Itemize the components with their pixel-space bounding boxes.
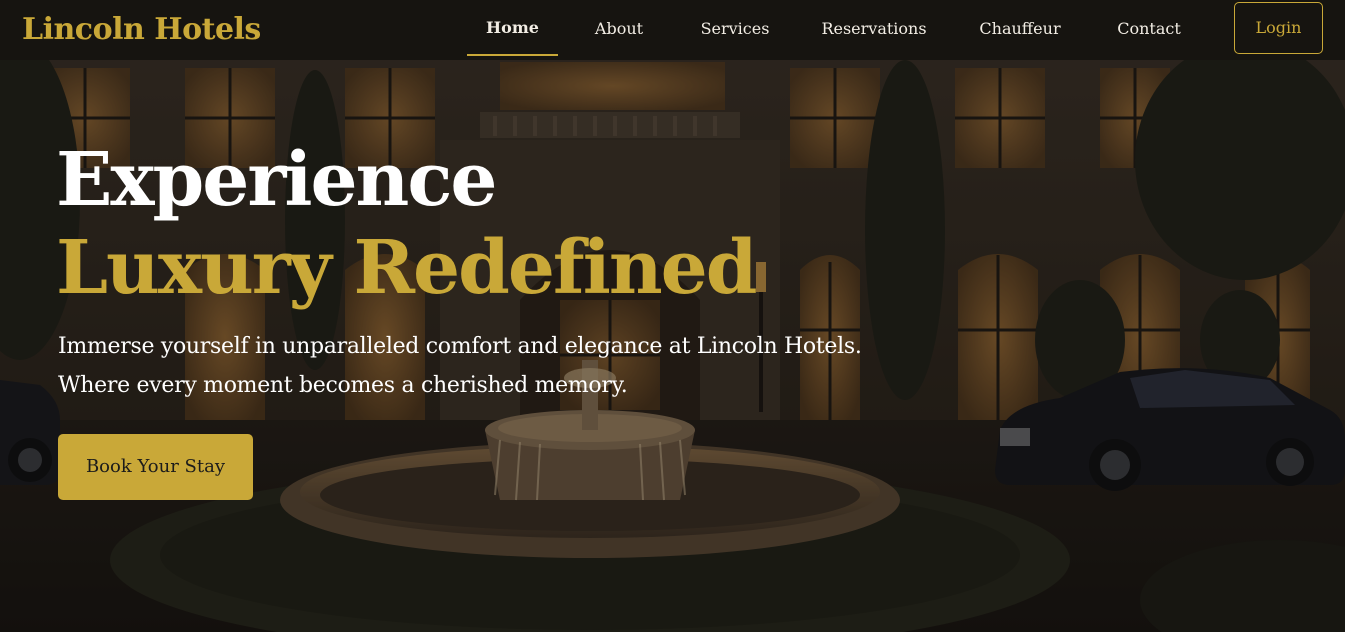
nav-link-services[interactable]: Services [697, 0, 773, 56]
hero-subtitle-line-1: Immerse yourself in unparalleled comfort… [58, 334, 862, 359]
hero-title-line-2: Luxury Redefined [56, 225, 757, 311]
nav-link-home[interactable]: Home [467, 0, 558, 56]
nav-link-about[interactable]: About [588, 0, 650, 56]
brand-logo[interactable]: Lincoln Hotels [22, 10, 261, 50]
book-your-stay-button[interactable]: Book Your Stay [58, 434, 253, 500]
nav-link-contact[interactable]: Contact [1113, 0, 1185, 56]
hero-subtitle-line-2: Where every moment becomes a cherished m… [58, 373, 628, 398]
top-navbar: Lincoln Hotels Home About Services Reser… [0, 0, 1345, 60]
nav-link-chauffeur[interactable]: Chauffeur [975, 0, 1065, 56]
hero-title-line-1: Experience [56, 137, 497, 223]
hero-subtitle: Immerse yourself in unparalleled comfort… [58, 327, 918, 405]
nav-link-reservations[interactable]: Reservations [820, 0, 928, 56]
hero-background-image [0, 0, 1345, 632]
login-button[interactable]: Login [1234, 2, 1323, 54]
hotel-landing-page: Lincoln Hotels Home About Services Reser… [0, 0, 1345, 632]
